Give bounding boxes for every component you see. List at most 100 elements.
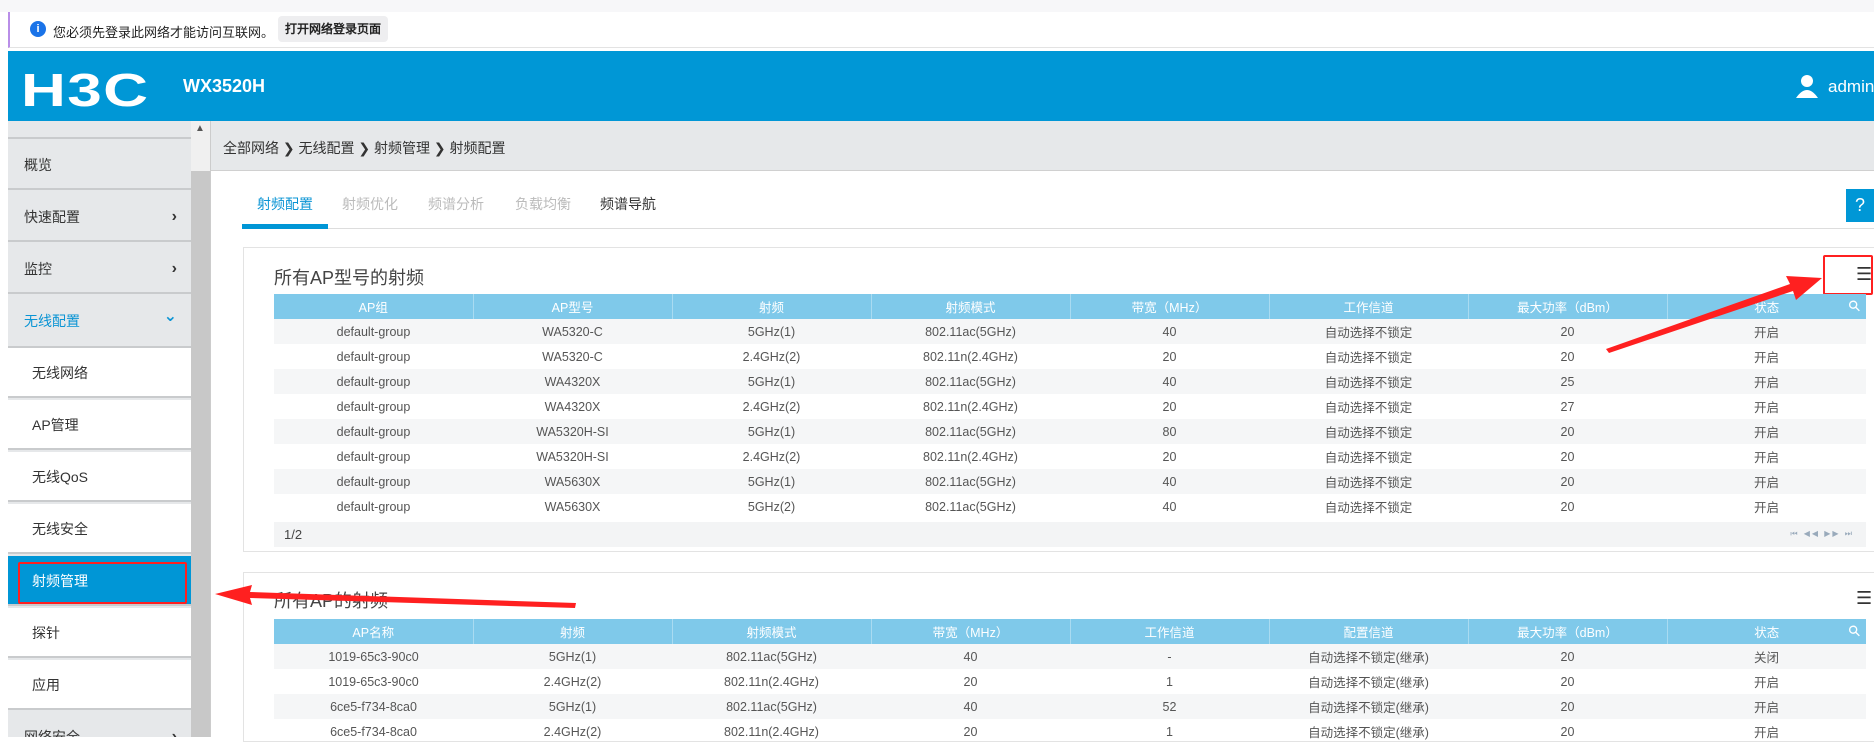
sidebar-item-application[interactable]: 应用	[8, 660, 191, 710]
table-row[interactable]: default-group WA5320H-SI 2.4GHz(2) 802.11n(…	[274, 444, 1866, 469]
column-header[interactable]: 射频模式	[672, 619, 872, 644]
column-header[interactable]: 射频	[473, 619, 673, 644]
table-cell: 20	[1560, 674, 1575, 689]
tab-spectrum-analysis[interactable]: 频谱分析	[428, 194, 484, 214]
annotation-highlight-box	[1823, 255, 1873, 295]
table-row[interactable]: default-group WA5630X 5GHz(2) 802.11ac(5GHz…	[274, 494, 1866, 519]
table-row[interactable]: default-group WA4320X 2.4GHz(2) 802.11n(2.4…	[274, 394, 1866, 419]
column-header[interactable]: AP组	[274, 294, 474, 319]
column-header[interactable]: 状态 ⚲	[1667, 619, 1866, 644]
tab-load-balance[interactable]: 负载均衡	[515, 194, 571, 214]
column-header[interactable]: 带宽（MHz）	[1070, 294, 1270, 319]
table-cell: WA4320X	[473, 369, 672, 394]
help-button[interactable]: ?	[1846, 189, 1874, 222]
sidebar-item-ap-management[interactable]: AP管理	[8, 400, 191, 450]
column-header-label: 工作信道	[1343, 301, 1394, 315]
sidebar-item-probe[interactable]: 探针	[8, 608, 191, 658]
table-cell: 2.4GHz(2)	[742, 349, 801, 364]
notice-message: 您必须先登录此网络才能访问互联网。	[53, 25, 275, 40]
scrollbar-thumb[interactable]	[191, 171, 210, 737]
table-row[interactable]: default-group WA5320-C 2.4GHz(2) 802.11n(2.…	[274, 344, 1866, 369]
column-header[interactable]: AP型号	[473, 294, 673, 319]
table-cell: 802.11n(2.4GHz)	[923, 449, 1018, 464]
table-row[interactable]: 1019-65c3-90c0 2.4GHz(2) 802.11n(2.4GHz) 20…	[274, 669, 1866, 694]
table-cell: 开启	[1667, 319, 1866, 344]
column-header[interactable]: 带宽（MHz）	[871, 619, 1071, 644]
sidebar-item-overview[interactable]: 概览	[8, 140, 191, 190]
column-header[interactable]: 最大功率（dBm）	[1468, 294, 1668, 319]
table-cell: 40	[1162, 499, 1177, 514]
table-cell: 40	[1070, 369, 1269, 394]
user-icon[interactable]	[1796, 74, 1818, 98]
table-cell: 2.4GHz(2)	[543, 724, 602, 739]
column-header[interactable]: 射频	[672, 294, 872, 319]
breadcrumb: 全部网络 ❯ 无线配置 ❯ 射频管理 ❯ 射频配置	[210, 121, 1874, 171]
table-row[interactable]: 6ce5-f734-8ca0 2.4GHz(2) 802.11n(2.4GHz) 20…	[274, 719, 1866, 744]
sidebar-item-partial[interactable]	[8, 121, 191, 139]
table-row[interactable]: default-group WA4320X 5GHz(1) 802.11ac(5GHz…	[274, 369, 1866, 394]
sidebar-item-label: 无线QoS	[32, 469, 89, 485]
sidebar-item-label: 监控	[24, 261, 52, 277]
table-cell: 关闭	[1667, 644, 1866, 669]
sidebar-item-label: 网络安全	[24, 729, 80, 737]
sidebar-item-wireless-config[interactable]: 无线配置 ⌄	[8, 296, 191, 348]
column-header-label: 带宽（MHz）	[1131, 301, 1208, 315]
tab-radio-optimize[interactable]: 射频优化	[342, 194, 398, 214]
scroll-up-icon[interactable]: ▲	[195, 123, 205, 134]
search-icon[interactable]: ⚲	[1844, 296, 1865, 316]
table-row[interactable]: default-group WA5320H-SI 5GHz(1) 802.11ac(5…	[274, 419, 1866, 444]
tab-spectrum-navigation[interactable]: 频谱导航	[600, 194, 656, 214]
table-cell: 802.11ac(5GHz)	[871, 319, 1070, 344]
column-header[interactable]: 工作信道	[1070, 619, 1270, 644]
table-row[interactable]: 1019-65c3-90c0 5GHz(1) 802.11ac(5GHz) 40- 自动…	[274, 644, 1866, 669]
sidebar-item-wireless-security[interactable]: 无线安全	[8, 504, 191, 554]
app-header	[8, 51, 1874, 121]
tab-radio-config[interactable]: 射频配置	[257, 194, 313, 214]
table-cell: 20	[1162, 349, 1177, 364]
table-row[interactable]: default-group WA5630X 5GHz(1) 802.11ac(5GHz…	[274, 469, 1866, 494]
table-cell: 52	[1070, 694, 1269, 719]
table-cell: default-group	[336, 499, 411, 514]
table-cell: 自动选择不锁定	[1269, 319, 1468, 344]
sidebar-item-label: 探针	[32, 625, 60, 641]
sidebar-item-network-security[interactable]: 网络安全 ›	[8, 712, 191, 737]
table-cell: 802.11n(2.4GHz)	[923, 349, 1018, 364]
table-cell: 开启	[1667, 369, 1866, 394]
annotation-highlight-box	[18, 562, 187, 604]
column-header[interactable]: 配置信道	[1269, 619, 1469, 644]
sidebar-item-quick-config[interactable]: 快速配置 ›	[8, 192, 191, 242]
column-header[interactable]: 工作信道	[1269, 294, 1469, 319]
open-login-page-button[interactable]: 打开网络登录页面	[278, 16, 388, 42]
table-cell: 自动选择不锁定	[1269, 369, 1468, 394]
column-header[interactable]: 射频模式	[871, 294, 1071, 319]
column-header[interactable]: AP名称	[274, 619, 474, 644]
table-row[interactable]: default-group WA5320-C 5GHz(1) 802.11ac(5GH…	[274, 319, 1866, 344]
chevron-down-icon: ⌄	[163, 308, 177, 325]
table-cell: 自动选择不锁定(继承)	[1269, 694, 1468, 719]
table-cell: default-group	[336, 399, 411, 414]
sidebar-item-monitor[interactable]: 监控 ›	[8, 244, 191, 294]
search-icon[interactable]: ⚲	[1844, 621, 1865, 641]
table-cell: default-group	[336, 349, 411, 364]
column-header[interactable]: 最大功率（dBm）	[1468, 619, 1668, 644]
table-cell: 2.4GHz(2)	[543, 674, 602, 689]
user-menu[interactable]: admin	[1828, 77, 1874, 97]
column-header-label: AP型号	[551, 301, 594, 315]
table-cell: 5GHz(1)	[473, 644, 672, 669]
chevron-right-icon: ›	[171, 260, 177, 277]
table-row[interactable]: 6ce5-f734-8ca0 5GHz(1) 802.11ac(5GHz) 40 52 自…	[274, 694, 1866, 719]
table-cell: 开启	[1753, 676, 1779, 690]
table-cell: 20	[1560, 449, 1575, 464]
column-header-label: 射频模式	[945, 301, 996, 315]
column-header[interactable]: 状态 ⚲	[1667, 294, 1866, 319]
table-cell: 1019-65c3-90c0	[328, 674, 419, 689]
column-list-icon[interactable]: ☰	[1856, 588, 1872, 609]
sidebar-item-wireless-qos[interactable]: 无线QoS	[8, 452, 191, 502]
table-cell: default-group	[274, 369, 473, 394]
table-cell: 802.11n(2.4GHz)	[724, 674, 819, 689]
pagination-controls[interactable]: ⏮ ◀◀ ▶▶ ⏭	[1790, 529, 1854, 539]
sidebar-scrollbar[interactable]: ▲	[191, 121, 210, 737]
column-header-label: 射频	[559, 626, 585, 640]
table-cell: 2.4GHz(2)	[742, 399, 801, 414]
sidebar-item-wireless-network[interactable]: 无线网络	[8, 348, 191, 398]
